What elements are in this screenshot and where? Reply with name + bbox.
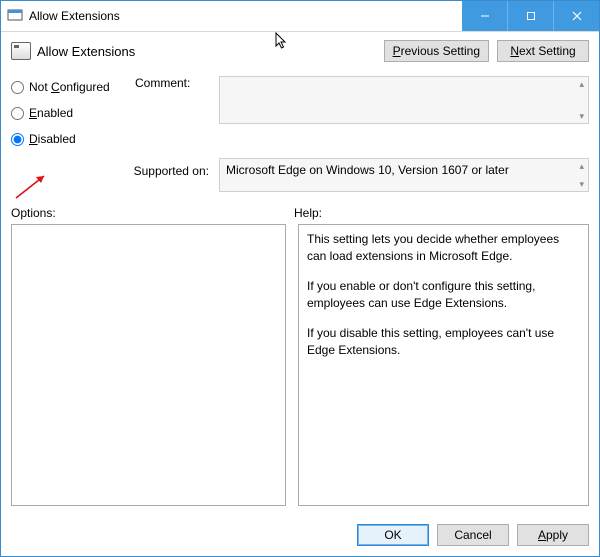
help-pane: This setting lets you decide whether emp… [298, 224, 589, 506]
supported-on-text: Microsoft Edge on Windows 10, Version 16… [226, 163, 509, 177]
supported-on-box: Microsoft Edge on Windows 10, Version 16… [219, 158, 589, 192]
window-icon [7, 7, 23, 26]
help-text-3: If you disable this setting, employees c… [307, 325, 580, 360]
titlebar: Allow Extensions [1, 1, 599, 32]
maximize-button[interactable] [507, 1, 553, 31]
radio-enabled-input[interactable] [11, 107, 24, 120]
window-title: Allow Extensions [29, 9, 120, 23]
dialog-footer: OK Cancel Apply [1, 516, 599, 556]
minimize-button[interactable] [462, 1, 507, 31]
comment-textarea[interactable]: ▴ ▾ [219, 76, 589, 124]
radio-not-configured[interactable]: Not Configured [11, 80, 131, 94]
help-text-2: If you enable or don't configure this se… [307, 278, 580, 313]
dialog-window: Allow Extensions Allow Extensions PPre [0, 0, 600, 557]
scroll-up-icon[interactable]: ▴ [579, 162, 584, 170]
comment-label: Comment: [135, 76, 215, 90]
scroll-up-icon[interactable]: ▴ [579, 80, 584, 88]
cancel-button[interactable]: Cancel [437, 524, 509, 546]
page-title: Allow Extensions [37, 44, 135, 59]
help-text-1: This setting lets you decide whether emp… [307, 231, 580, 266]
help-section-label: Help: [294, 206, 322, 220]
next-setting-button[interactable]: Next Setting [497, 40, 589, 62]
radio-not-configured-input[interactable] [11, 81, 24, 94]
supported-on-label: Supported on: [134, 164, 209, 178]
options-pane [11, 224, 286, 506]
options-section-label: Options: [11, 206, 56, 220]
ok-button[interactable]: OK [357, 524, 429, 546]
policy-icon [11, 42, 31, 60]
radio-enabled[interactable]: Enabled [11, 106, 131, 120]
radio-disabled-input[interactable] [11, 133, 24, 146]
scroll-down-icon[interactable]: ▾ [579, 180, 584, 188]
previous-setting-button[interactable]: PPrevious Settingrevious Setting [384, 40, 489, 62]
scroll-down-icon[interactable]: ▾ [579, 112, 584, 120]
close-button[interactable] [553, 1, 599, 31]
apply-button[interactable]: Apply [517, 524, 589, 546]
radio-disabled[interactable]: Disabled [11, 132, 131, 146]
